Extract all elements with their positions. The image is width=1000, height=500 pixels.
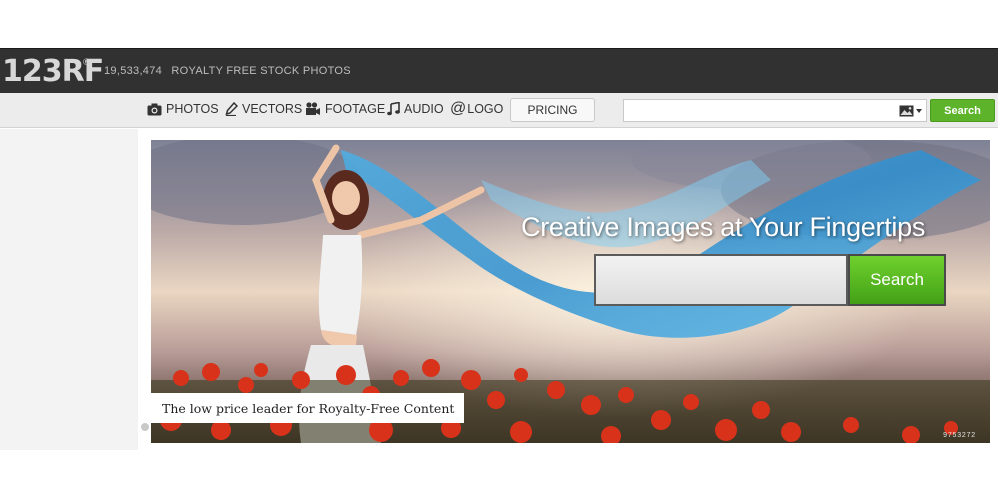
nav-audio-label: AUDIO	[404, 102, 444, 116]
nav-audio[interactable]: AUDIO	[387, 102, 444, 116]
camera-icon	[147, 103, 162, 115]
page: 123RF ® 19,533,474 ROYALTY FREE STOCK PH…	[0, 0, 1000, 500]
nav-bar: PHOTOS VECTORS FOOTAGE AUDIO @ LOGO PRIC…	[0, 93, 998, 128]
hero-search-input[interactable]	[594, 254, 848, 306]
hero-title: Creative Images at Your Fingertips	[521, 212, 926, 242]
pricing-button[interactable]: PRICING	[510, 98, 595, 122]
left-panel	[0, 129, 138, 450]
photo-count-number: 19,533,474	[104, 65, 163, 77]
nav-footage-label: FOOTAGE	[325, 102, 386, 116]
film-camera-icon	[306, 102, 320, 115]
at-icon: @	[450, 100, 467, 117]
nav-vectors[interactable]: VECTORS	[225, 102, 302, 116]
nav-logo-label: LOGO	[467, 102, 504, 116]
music-note-icon	[387, 102, 400, 116]
header-search-input[interactable]	[623, 99, 927, 122]
nav-logo[interactable]: @ LOGO	[450, 100, 504, 117]
photo-count-label: ROYALTY FREE STOCK PHOTOS	[171, 65, 351, 77]
image-id: 9753272	[943, 432, 976, 439]
tagline: The low price leader for Royalty-Free Co…	[141, 393, 464, 423]
registered-mark: ®	[82, 58, 91, 68]
nav-footage[interactable]: FOOTAGE	[305, 102, 385, 116]
search-type-select[interactable]	[899, 105, 922, 117]
pen-icon	[225, 102, 238, 116]
hero-search-button[interactable]: Search	[848, 254, 946, 306]
slider-dot[interactable]	[141, 423, 149, 431]
image-icon	[899, 105, 914, 117]
nav-photos-label: PHOTOS	[166, 102, 219, 116]
chevron-down-icon	[916, 109, 922, 113]
header-search-button[interactable]: Search	[930, 99, 995, 122]
top-bar: 123RF ® 19,533,474 ROYALTY FREE STOCK PH…	[0, 48, 998, 93]
nav-photos[interactable]: PHOTOS	[147, 102, 219, 116]
nav-vectors-label: VECTORS	[242, 102, 303, 116]
photo-count: 19,533,474 ROYALTY FREE STOCK PHOTOS	[104, 65, 351, 77]
